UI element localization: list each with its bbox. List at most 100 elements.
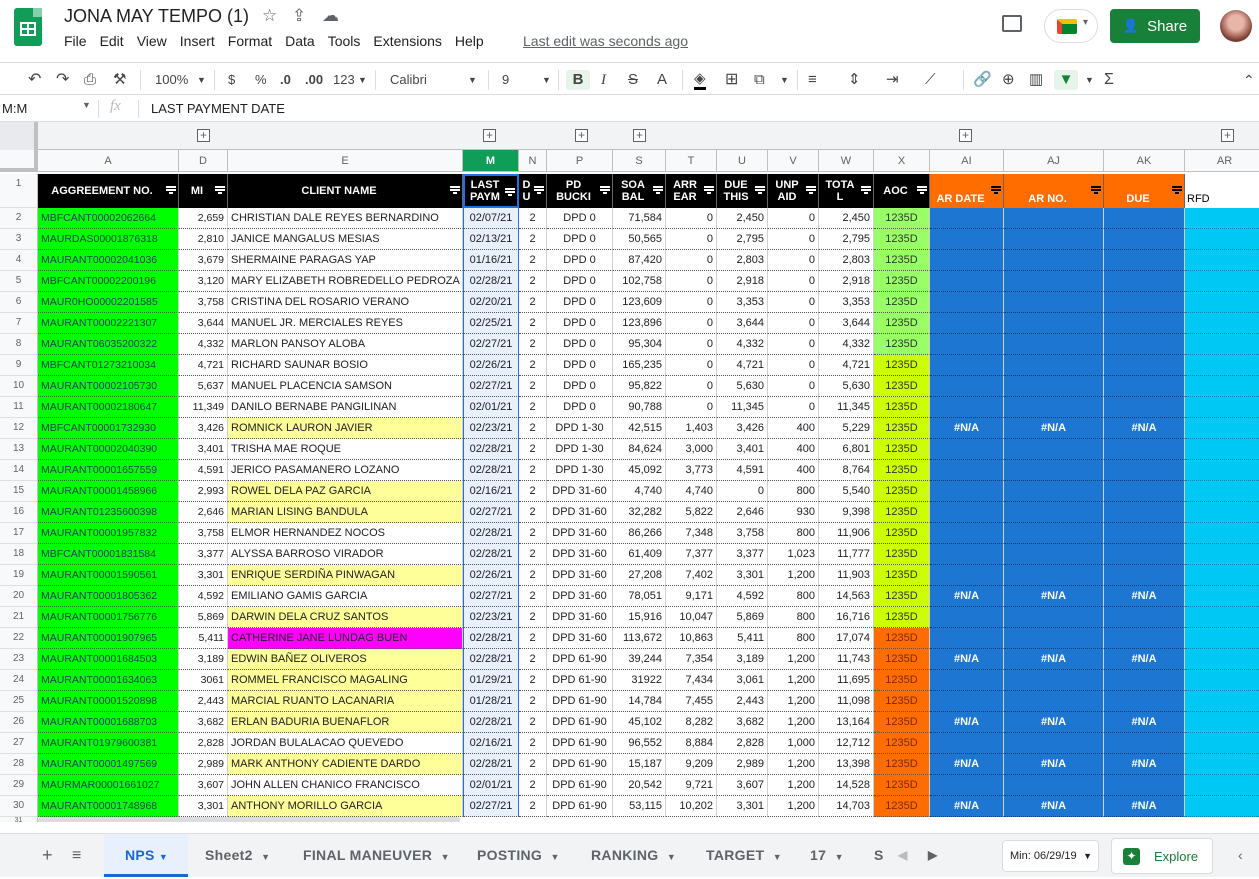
cell-ar-date[interactable] bbox=[930, 334, 1004, 355]
cell-agreement-no[interactable]: MAURANT00002041036 bbox=[38, 250, 179, 271]
column-header-n[interactable]: N bbox=[519, 150, 547, 172]
cell-ar-date[interactable] bbox=[930, 229, 1004, 250]
cell-last-payment-date[interactable]: 02/28/21 bbox=[463, 460, 519, 481]
cell-ar-date[interactable] bbox=[930, 292, 1004, 313]
cell-arrear[interactable]: 0 bbox=[666, 313, 717, 334]
cell-total[interactable]: 13,398 bbox=[819, 754, 874, 775]
filter-icon[interactable] bbox=[1172, 186, 1182, 194]
cell-du[interactable]: 2 bbox=[519, 670, 547, 691]
bold-icon[interactable]: B bbox=[566, 70, 590, 90]
cell-unpaid[interactable]: 0 bbox=[768, 229, 819, 250]
cell-ar-no[interactable] bbox=[1004, 208, 1104, 229]
tab-17[interactable]: 17 ▼ bbox=[810, 834, 844, 877]
name-box-chevron-icon[interactable]: ▼ bbox=[82, 100, 91, 110]
filter-icon[interactable] bbox=[505, 188, 515, 196]
cell-client-name[interactable]: RICHARD SAUNAR BOSIO bbox=[228, 355, 463, 376]
filter-icon[interactable] bbox=[806, 186, 816, 194]
filter-icon[interactable] bbox=[755, 186, 765, 194]
cell-unpaid[interactable]: 1,200 bbox=[768, 796, 819, 817]
cell-mi[interactable]: 2,443 bbox=[179, 691, 228, 712]
move-folder-icon[interactable]: ⇪ bbox=[292, 6, 306, 26]
cell-rfd[interactable] bbox=[1185, 754, 1259, 775]
cell-du[interactable]: 2 bbox=[519, 733, 547, 754]
cell-aoc[interactable]: 1235D bbox=[874, 733, 930, 754]
cell-mi[interactable]: 3,426 bbox=[179, 418, 228, 439]
cell-unpaid[interactable]: 800 bbox=[768, 628, 819, 649]
cell-unpaid[interactable]: 1,200 bbox=[768, 712, 819, 733]
expand-group-icon[interactable]: + bbox=[575, 129, 588, 142]
cell-ar-no[interactable] bbox=[1004, 607, 1104, 628]
cell-arrear[interactable]: 1,403 bbox=[666, 418, 717, 439]
cell-du[interactable]: 2 bbox=[519, 754, 547, 775]
cell-du[interactable]: 2 bbox=[519, 502, 547, 523]
cell-arrear[interactable]: 10,047 bbox=[666, 607, 717, 628]
cell-rfd[interactable] bbox=[1185, 397, 1259, 418]
print-icon[interactable]: ⎙ bbox=[84, 70, 96, 90]
font-family-select[interactable]: Calibri bbox=[390, 70, 427, 90]
header-ar-due[interactable]: DUE bbox=[1104, 174, 1185, 208]
cell-pd-bucket[interactable]: DPD 1-30 bbox=[547, 460, 613, 481]
row-number[interactable]: 24 bbox=[0, 670, 38, 691]
strikethrough-icon[interactable]: S bbox=[628, 70, 638, 90]
cell-ar-no[interactable] bbox=[1004, 397, 1104, 418]
cell-agreement-no[interactable]: MBFCANT00001831584 bbox=[38, 544, 179, 565]
cell-rfd[interactable] bbox=[1185, 544, 1259, 565]
cell-mi[interactable]: 11,349 bbox=[179, 397, 228, 418]
cell-mi[interactable]: 3,682 bbox=[179, 712, 228, 733]
cell-rfd[interactable] bbox=[1185, 292, 1259, 313]
cell-client-name[interactable]: ROMNICK LAURON JAVIER bbox=[228, 418, 463, 439]
cell-agreement-no[interactable]: MBFCANT00002062664 bbox=[38, 208, 179, 229]
cell-mi[interactable]: 5,869 bbox=[179, 607, 228, 628]
insert-comment-icon[interactable]: ⊕ bbox=[1002, 70, 1015, 90]
cell-du[interactable]: 2 bbox=[519, 649, 547, 670]
cell-unpaid[interactable]: 0 bbox=[768, 292, 819, 313]
cell-last-payment-date[interactable]: 02/01/21 bbox=[463, 775, 519, 796]
menu-data[interactable]: Data bbox=[285, 33, 315, 49]
cell-mi[interactable]: 3,189 bbox=[179, 649, 228, 670]
cell-agreement-no[interactable]: MAURANT00002105730 bbox=[38, 376, 179, 397]
cell-ar-due[interactable] bbox=[1104, 250, 1185, 271]
row-number[interactable]: 10 bbox=[0, 376, 38, 397]
expand-group-icon[interactable]: + bbox=[197, 129, 210, 142]
vertical-align-icon[interactable]: ⇕ bbox=[848, 70, 861, 90]
cell-ar-no[interactable] bbox=[1004, 775, 1104, 796]
cell-unpaid[interactable]: 930 bbox=[768, 502, 819, 523]
cell-agreement-no[interactable]: MAURANT00001684503 bbox=[38, 649, 179, 670]
cell-du[interactable]: 2 bbox=[519, 544, 547, 565]
cell-ar-due[interactable] bbox=[1104, 292, 1185, 313]
cell-last-payment-date[interactable]: 02/28/21 bbox=[463, 712, 519, 733]
cell-soa-bal[interactable]: 15,187 bbox=[613, 754, 666, 775]
cell-agreement-no[interactable]: MAUR0HO00002201585 bbox=[38, 292, 179, 313]
cell-ar-due[interactable] bbox=[1104, 775, 1185, 796]
cell-client-name[interactable]: CRISTINA DEL ROSARIO VERANO bbox=[228, 292, 463, 313]
row-number[interactable]: 5 bbox=[0, 271, 38, 292]
cell-arrear[interactable]: 7,354 bbox=[666, 649, 717, 670]
cell-client-name[interactable]: MANUEL JR. MERCIALES REYES bbox=[228, 313, 463, 334]
header-soa-bal[interactable]: SOA BAL bbox=[613, 174, 666, 208]
cell-aoc[interactable]: 1235D bbox=[874, 586, 930, 607]
cell-ar-no[interactable] bbox=[1004, 733, 1104, 754]
cell-last-payment-date[interactable]: 02/28/21 bbox=[463, 523, 519, 544]
increase-decimal-button[interactable]: .00 bbox=[305, 70, 323, 90]
row-number[interactable]: 8 bbox=[0, 334, 38, 355]
cell-pd-bucket[interactable]: DPD 61-90 bbox=[547, 754, 613, 775]
more-formats-button[interactable]: 123 bbox=[333, 70, 355, 90]
cell-ar-due[interactable]: #N/A bbox=[1104, 754, 1185, 775]
document-title[interactable]: JONA MAY TEMPO (1) bbox=[64, 6, 249, 27]
cell-mi[interactable]: 3,644 bbox=[179, 313, 228, 334]
cell-aoc[interactable]: 1235D bbox=[874, 250, 930, 271]
cell-aoc[interactable]: 1235D bbox=[874, 523, 930, 544]
cell-ar-no[interactable] bbox=[1004, 502, 1104, 523]
cell-due-this[interactable]: 4,332 bbox=[717, 334, 768, 355]
cell-ar-due[interactable] bbox=[1104, 271, 1185, 292]
cell-rfd[interactable] bbox=[1185, 775, 1259, 796]
cell-due-this[interactable]: 4,592 bbox=[717, 586, 768, 607]
cell-total[interactable]: 16,716 bbox=[819, 607, 874, 628]
cell-client-name[interactable]: ENRIQUE SERDIÑA PINWAGAN bbox=[228, 565, 463, 586]
zoom-select[interactable]: 100% bbox=[155, 70, 188, 90]
menu-help[interactable]: Help bbox=[455, 33, 484, 49]
cell-aoc[interactable]: 1235D bbox=[874, 208, 930, 229]
italic-icon[interactable]: I bbox=[601, 70, 606, 90]
cell-unpaid[interactable]: 1,200 bbox=[768, 649, 819, 670]
explore-button[interactable]: ✦ Explore bbox=[1111, 838, 1213, 874]
